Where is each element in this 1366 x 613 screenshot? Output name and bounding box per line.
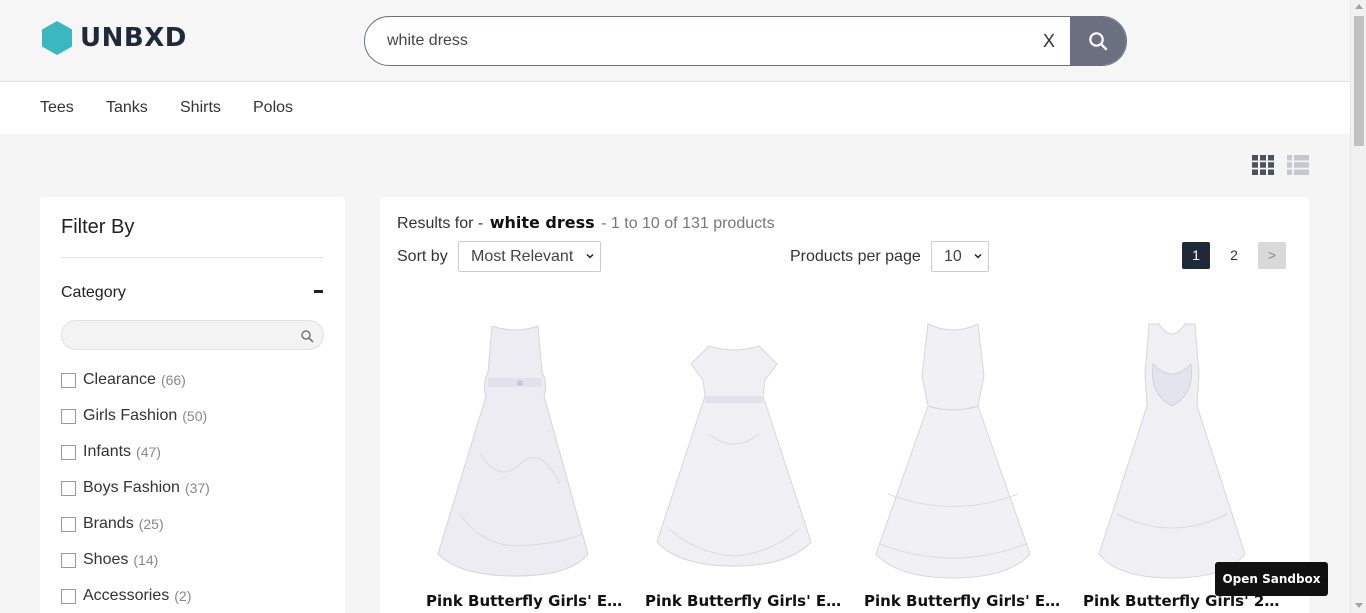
facet-item-girls-fashion[interactable]: Girls Fashion (50) [61, 406, 207, 426]
filter-panel: Filter By Category Clearance (66) Girls … [40, 197, 345, 613]
search-button[interactable] [1070, 17, 1126, 65]
facet-item-clearance[interactable]: Clearance (66) [61, 370, 186, 390]
facet-item-brands[interactable]: Brands (25) [61, 514, 164, 534]
logo-text: UNBXD [80, 23, 187, 53]
search-bar: X [364, 16, 1127, 66]
checkbox[interactable] [61, 444, 76, 460]
search-icon [1089, 32, 1108, 51]
logo-hexagon-icon [42, 21, 72, 55]
nav-item-polos[interactable]: Polos [253, 99, 293, 117]
scrollbar-thumb[interactable] [1354, 16, 1364, 146]
facet-count: (25) [138, 516, 164, 532]
checkbox[interactable] [61, 372, 76, 388]
product-card[interactable]: Pink Butterfly Girls' Em... [848, 314, 1064, 613]
products-per-page-label: Products per page [790, 248, 921, 265]
facet-label: Clearance [83, 371, 156, 388]
ppp-value: 10 [944, 248, 962, 265]
nav-item-shirts[interactable]: Shirts [180, 99, 221, 117]
nav-item-tees[interactable]: Tees [40, 99, 74, 117]
divider [61, 257, 324, 258]
product-card[interactable]: Pink Butterfly Girls' Em... [410, 314, 626, 613]
clear-search-button[interactable]: X [1037, 29, 1061, 53]
results-range: - 1 to 10 of 131 products [601, 215, 775, 232]
facet-count: (37) [184, 480, 210, 496]
checkbox[interactable] [61, 588, 76, 604]
facet-item-infants[interactable]: Infants (47) [61, 442, 161, 462]
product-card[interactable]: Pink Butterfly Girls' Em... [629, 314, 845, 613]
product-image[interactable] [1077, 314, 1267, 584]
facet-label: Shoes [83, 551, 129, 568]
page-1-button[interactable]: 1 [1182, 242, 1210, 269]
facet-count: (50) [182, 408, 208, 424]
checkbox[interactable] [61, 480, 76, 496]
page-scrollbar[interactable] [1350, 0, 1366, 613]
checkbox[interactable] [61, 552, 76, 568]
facet-count: (14) [133, 552, 159, 568]
scroll-down-arrow-icon[interactable] [1355, 603, 1363, 608]
search-input[interactable] [387, 17, 1027, 65]
search-icon [301, 330, 314, 343]
facet-item-boys-fashion[interactable]: Boys Fashion (37) [61, 478, 210, 498]
facet-label: Boys Fashion [83, 479, 180, 496]
product-image[interactable] [858, 314, 1048, 584]
product-title[interactable]: Pink Butterfly Girls' Em... [864, 592, 1064, 610]
category-facet-title[interactable]: Category [61, 284, 126, 302]
logo[interactable]: UNBXD [40, 20, 187, 56]
open-sandbox-button[interactable]: Open Sandbox [1215, 562, 1328, 596]
next-page-button[interactable]: > [1258, 242, 1286, 269]
chevron-down-icon [586, 253, 594, 259]
facet-item-shoes[interactable]: Shoes (14) [61, 550, 158, 570]
chevron-down-icon [974, 253, 982, 259]
facet-item-accessories[interactable]: Accessories (2) [61, 586, 191, 606]
results-panel: Results for - white dress - 1 to 10 of 1… [380, 197, 1309, 613]
results-prefix: Results for - [397, 215, 484, 232]
nav-item-tanks[interactable]: Tanks [106, 99, 148, 117]
sort-select[interactable]: Most Relevant [458, 241, 601, 272]
sort-value: Most Relevant [471, 248, 574, 265]
site-header: UNBXD X [0, 0, 1350, 82]
product-title[interactable]: Pink Butterfly Girls' Em... [645, 592, 845, 610]
facet-label: Brands [83, 515, 134, 532]
category-nav: Tees Tanks Shirts Polos [0, 82, 1350, 134]
list-view-icon[interactable] [1287, 155, 1309, 175]
results-summary: Results for - white dress - 1 to 10 of 1… [397, 213, 775, 233]
minus-icon[interactable] [314, 290, 323, 293]
facet-count: (66) [160, 372, 186, 388]
facet-count: (47) [136, 444, 161, 460]
facet-label: Girls Fashion [83, 407, 178, 424]
filter-title: Filter By [61, 216, 135, 238]
scroll-up-arrow-icon[interactable] [1355, 4, 1363, 9]
product-image[interactable] [420, 314, 610, 584]
product-image[interactable] [639, 314, 829, 584]
facet-count: (2) [174, 588, 192, 604]
page-2-button[interactable]: 2 [1220, 242, 1248, 269]
sort-label: Sort by [397, 248, 448, 265]
checkbox[interactable] [61, 516, 76, 532]
facet-label: Accessories [83, 587, 170, 604]
products-per-page-select[interactable]: 10 [931, 241, 989, 272]
facet-label: Infants [83, 443, 132, 460]
results-query: white dress [489, 213, 595, 232]
checkbox[interactable] [61, 408, 76, 424]
category-search-input[interactable] [61, 320, 324, 350]
grid-view-icon[interactable] [1252, 155, 1274, 175]
product-title[interactable]: Pink Butterfly Girls' Em... [426, 592, 626, 610]
